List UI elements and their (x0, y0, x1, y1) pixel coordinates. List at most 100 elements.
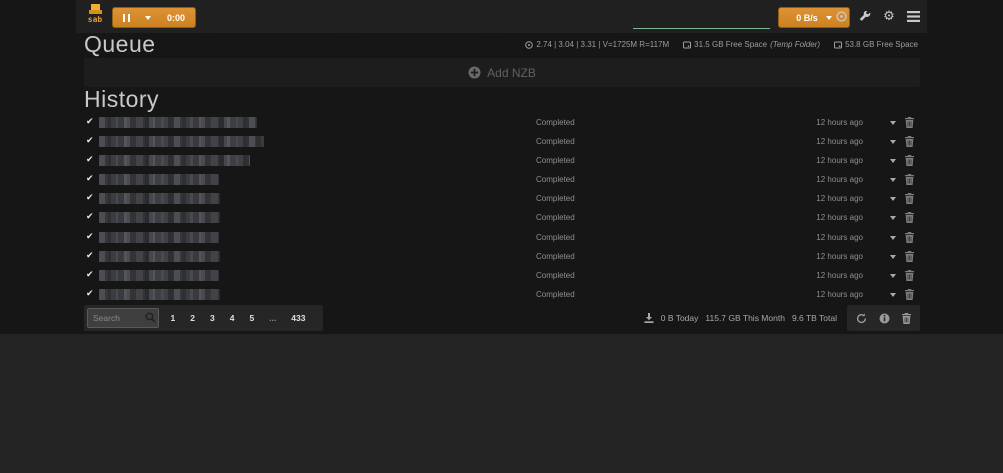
pagination: 1 2 3 4 5 ... 433 (163, 313, 313, 323)
pause-dropdown-toggle[interactable] (139, 16, 157, 20)
history-status: Completed (536, 252, 575, 261)
check-icon: ✔ (86, 270, 94, 280)
download-total-icon (644, 313, 654, 323)
history-status: Completed (536, 118, 575, 127)
system-load-values: 2.74 | 3.04 | 3.31 | V=1725M R=117M (536, 40, 669, 49)
page-button-2[interactable]: 2 (183, 313, 203, 323)
history-row: ✔ Completed 12 hours ago (76, 247, 927, 266)
chevron-down-icon[interactable] (890, 140, 896, 144)
history-status: Completed (536, 194, 575, 203)
downloaded-today: 0 B Today (661, 313, 699, 323)
info-icon[interactable] (879, 313, 890, 324)
refresh-icon[interactable] (856, 313, 867, 324)
sabnzbd-app: sab 0:00 0 B/s (0, 0, 1003, 334)
history-item-name-redacted[interactable] (99, 193, 220, 204)
trash-icon[interactable] (905, 174, 914, 185)
history-row: ✔ Completed 12 hours ago (76, 151, 927, 170)
chevron-down-icon[interactable] (890, 121, 896, 125)
history-row: ✔ Completed 12 hours ago (76, 285, 927, 304)
wrench-icon[interactable] (858, 9, 872, 25)
history-age: 12 hours ago (816, 156, 863, 165)
pause-timer: 0:00 (157, 13, 195, 23)
check-icon: ✔ (86, 212, 94, 222)
history-item-name-redacted[interactable] (99, 155, 250, 166)
history-age: 12 hours ago (816, 271, 863, 280)
history-age: 12 hours ago (816, 118, 863, 127)
plus-circle-icon (468, 66, 481, 79)
history-item-name-redacted[interactable] (99, 270, 219, 281)
check-icon: ✔ (86, 117, 94, 127)
history-row: ✔ Completed 12 hours ago (76, 228, 927, 247)
page-button-1[interactable]: 1 (163, 313, 183, 323)
status-target-icon[interactable] (834, 9, 848, 25)
chevron-down-icon[interactable] (890, 293, 896, 297)
history-row: ✔ Completed 12 hours ago (76, 266, 927, 285)
history-row: ✔ Completed 12 hours ago (76, 189, 927, 208)
system-load-icon (525, 41, 533, 49)
top-navbar: sab 0:00 0 B/s (76, 0, 927, 33)
page-button-3[interactable]: 3 (202, 313, 222, 323)
history-age: 12 hours ago (816, 137, 863, 146)
navbar-icons: ⚙ (834, 6, 920, 27)
pause-button[interactable] (113, 14, 139, 22)
caret-down-icon (826, 16, 832, 20)
trash-icon[interactable] (905, 155, 914, 166)
trash-icon[interactable] (902, 313, 911, 324)
trash-icon[interactable] (905, 193, 914, 204)
history-item-name-redacted[interactable] (99, 117, 257, 128)
trash-icon[interactable] (905, 117, 914, 128)
free-space-temp: 31.5 GB Free Space (694, 40, 767, 49)
history-status: Completed (536, 271, 575, 280)
gear-icon[interactable]: ⚙ (882, 9, 896, 25)
pause-button-group[interactable]: 0:00 (112, 7, 196, 28)
downloaded-month: 115.7 GB This Month (705, 313, 785, 323)
search-icon[interactable] (145, 312, 156, 323)
trash-icon[interactable] (905, 136, 914, 147)
history-item-name-redacted[interactable] (99, 232, 219, 243)
chevron-down-icon[interactable] (890, 216, 896, 220)
history-item-name-redacted[interactable] (99, 174, 219, 185)
history-item-name-redacted[interactable] (99, 136, 264, 147)
history-status: Completed (536, 137, 575, 146)
history-status: Completed (536, 233, 575, 242)
history-title: History (84, 86, 159, 113)
page-button-5[interactable]: 5 (242, 313, 262, 323)
speed-graph-line (633, 28, 770, 29)
history-row: ✔ Completed 12 hours ago (76, 113, 927, 132)
chevron-down-icon[interactable] (890, 159, 896, 163)
history-status: Completed (536, 175, 575, 184)
chevron-down-icon[interactable] (890, 255, 896, 259)
history-row: ✔ Completed 12 hours ago (76, 170, 927, 189)
trash-icon[interactable] (905, 289, 914, 300)
trash-icon[interactable] (905, 251, 914, 262)
chevron-down-icon[interactable] (890, 274, 896, 278)
system-stats-bar: 2.74 | 3.04 | 3.31 | V=1725M R=117M 31.5… (525, 40, 918, 49)
history-age: 12 hours ago (816, 233, 863, 242)
check-icon: ✔ (86, 251, 94, 261)
free-space-temp-note: (Temp Folder) (770, 40, 820, 49)
history-status: Completed (536, 156, 575, 165)
chevron-down-icon[interactable] (890, 197, 896, 201)
trash-icon[interactable] (905, 212, 914, 223)
history-item-name-redacted[interactable] (99, 251, 220, 262)
hamburger-menu-icon[interactable] (906, 9, 920, 25)
chevron-down-icon[interactable] (890, 236, 896, 240)
sabnzbd-logo[interactable]: sab (83, 4, 107, 23)
page-button-last[interactable]: 433 (284, 313, 313, 323)
chevron-down-icon[interactable] (890, 178, 896, 182)
history-row: ✔ Completed 12 hours ago (76, 208, 927, 227)
add-nzb-dropzone[interactable]: Add NZB (84, 58, 920, 87)
check-icon: ✔ (86, 155, 94, 165)
page-button-4[interactable]: 4 (222, 313, 242, 323)
queue-title: Queue (84, 31, 156, 58)
trash-icon[interactable] (905, 270, 914, 281)
history-footer: 1 2 3 4 5 ... 433 0 B Today 115.7 GB Thi… (84, 305, 920, 331)
history-item-name-redacted[interactable] (99, 212, 220, 223)
check-icon: ✔ (86, 136, 94, 146)
free-space-complete: 53.8 GB Free Space (845, 40, 918, 49)
history-list: ✔ Completed 12 hours ago ✔ Completed 12 … (76, 113, 927, 304)
downloaded-total: 9.6 TB Total (792, 313, 837, 323)
history-item-name-redacted[interactable] (99, 289, 220, 300)
footer-actions (847, 305, 920, 331)
trash-icon[interactable] (905, 232, 914, 243)
